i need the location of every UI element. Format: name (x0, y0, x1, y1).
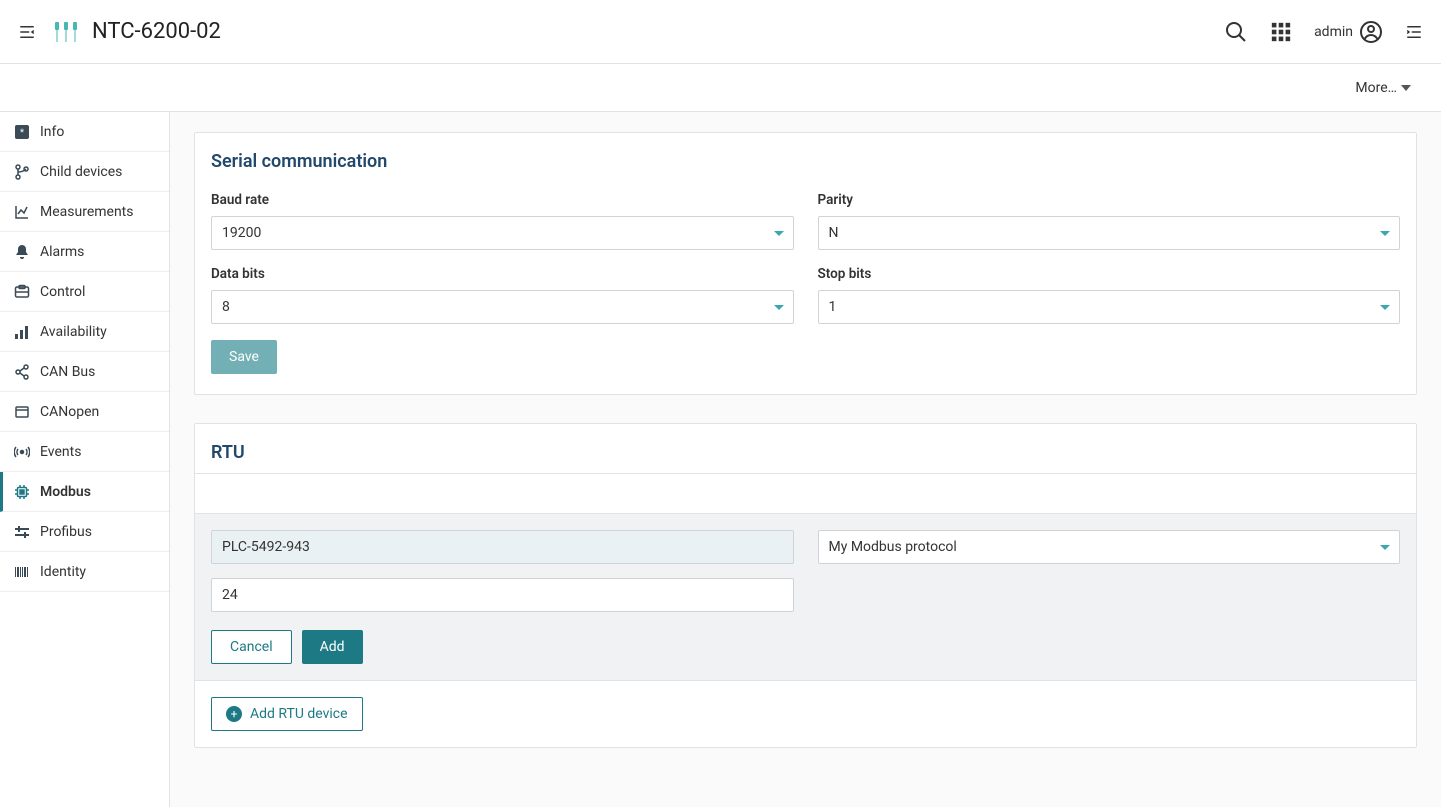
rtu-name-input[interactable] (211, 530, 794, 564)
linechart-icon (14, 204, 30, 220)
sidebar-item-identity[interactable]: Identity (0, 552, 169, 592)
baud-rate-select[interactable]: 19200 (211, 216, 794, 250)
sidebar-item-availability[interactable]: Availability (0, 312, 169, 352)
sidebar-item-label: Profibus (40, 524, 92, 540)
sidebar-item-label: Alarms (40, 244, 84, 260)
plus-circle-icon: + (226, 706, 242, 722)
sidebar-item-label: Info (40, 124, 64, 140)
serial-card-title: Serial communication (195, 133, 1416, 182)
add-button[interactable]: Add (302, 630, 363, 664)
pins-logo-icon (50, 16, 82, 48)
add-rtu-device-button[interactable]: + Add RTU device (211, 697, 363, 731)
svg-text:*: * (20, 127, 25, 139)
rtu-card: RTU My Modbus protocol Cancel Add (194, 423, 1417, 748)
header-actions: admin (1218, 14, 1429, 50)
moneybox-icon (14, 284, 30, 300)
stop-bits-select[interactable]: 1 (818, 290, 1401, 324)
user-menu-button[interactable]: admin (1308, 14, 1389, 50)
rtu-footer: + Add RTU device (195, 681, 1416, 747)
rtu-new-device-form: My Modbus protocol Cancel Add (195, 514, 1416, 681)
sidebar-item-label: Modbus (40, 484, 91, 500)
sidebar-item-alarms[interactable]: Alarms (0, 232, 169, 272)
cancel-button[interactable]: Cancel (211, 630, 292, 664)
rtu-protocol-select[interactable]: My Modbus protocol (818, 530, 1401, 564)
user-label: admin (1314, 24, 1353, 40)
sidebar-item-child-devices[interactable]: Child devices (0, 152, 169, 192)
data-bits-select[interactable]: 8 (211, 290, 794, 324)
info-icon: * (14, 124, 30, 140)
search-button[interactable] (1218, 14, 1254, 50)
indent-left-icon (18, 23, 36, 41)
frame-icon (14, 404, 30, 420)
more-label: More… (1355, 80, 1397, 96)
add-rtu-device-label: Add RTU device (250, 706, 348, 722)
baud-rate-label: Baud rate (211, 192, 794, 208)
share-icon (14, 364, 30, 380)
sub-header: More… (0, 64, 1441, 112)
sidebar-item-label: Control (40, 284, 85, 300)
sidebar-item-label: Events (40, 444, 81, 460)
app-logo (50, 16, 82, 48)
sidebar-item-modbus[interactable]: Modbus (0, 472, 169, 512)
sidebar-item-label: Child devices (40, 164, 122, 180)
sidebar: * Info Child devices Measurements Alarms Cont… (0, 112, 170, 807)
serial-card: Serial communication Baud rate 19200 Par… (194, 132, 1417, 395)
apps-button[interactable] (1264, 15, 1298, 49)
caret-down-icon (1401, 85, 1411, 91)
sidebar-item-label: Identity (40, 564, 86, 580)
parity-select[interactable]: N (818, 216, 1401, 250)
bars-icon (14, 324, 30, 340)
right-panel-button[interactable] (1399, 17, 1429, 47)
indent-right-icon (1405, 23, 1423, 41)
slider-icon (14, 524, 30, 540)
page-title: NTC-6200-02 (92, 19, 1218, 44)
parity-label: Parity (818, 192, 1401, 208)
sidebar-item-events[interactable]: Events (0, 432, 169, 472)
sidebar-item-can-bus[interactable]: CAN Bus (0, 352, 169, 392)
sidebar-item-label: Measurements (40, 204, 133, 220)
sidebar-item-control[interactable]: Control (0, 272, 169, 312)
rtu-address-input[interactable] (211, 578, 794, 612)
signal-icon (14, 444, 30, 460)
sidebar-item-info[interactable]: * Info (0, 112, 169, 152)
barcode-icon (14, 564, 30, 580)
sidebar-item-measurements[interactable]: Measurements (0, 192, 169, 232)
rtu-spacer (195, 474, 1416, 514)
stop-bits-label: Stop bits (818, 266, 1401, 282)
main-content: Serial communication Baud rate 19200 Par… (170, 112, 1441, 807)
apps-grid-icon (1270, 21, 1292, 43)
sidebar-item-profibus[interactable]: Profibus (0, 512, 169, 552)
save-button[interactable]: Save (211, 340, 277, 374)
sidebar-item-canopen[interactable]: CANopen (0, 392, 169, 432)
app-header: NTC-6200-02 admin (0, 0, 1441, 64)
branch-icon (14, 164, 30, 180)
chip-icon (14, 484, 30, 500)
more-menu-button[interactable]: More… (1349, 79, 1417, 97)
rtu-card-title: RTU (195, 424, 1416, 473)
data-bits-label: Data bits (211, 266, 794, 282)
sidebar-item-label: CAN Bus (40, 364, 95, 380)
search-icon (1224, 20, 1248, 44)
sidebar-item-label: Availability (40, 324, 107, 340)
bell-icon (14, 244, 30, 260)
nav-collapse-button[interactable] (12, 17, 42, 47)
user-circle-icon (1359, 20, 1383, 44)
sidebar-item-label: CANopen (40, 404, 99, 420)
